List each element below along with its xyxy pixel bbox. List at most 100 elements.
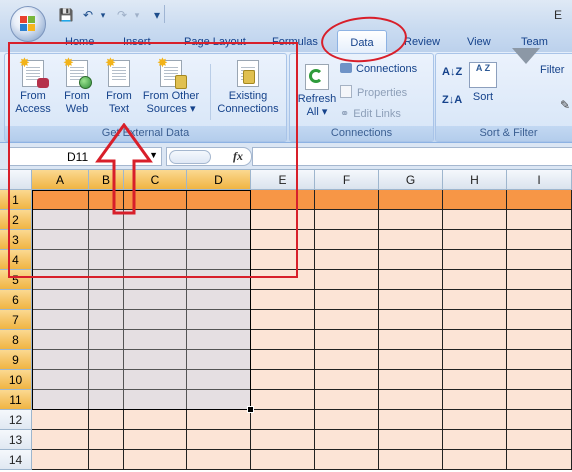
filter-button[interactable]: Filter bbox=[512, 48, 564, 77]
row-header-13[interactable]: 13 bbox=[0, 430, 32, 450]
cell-c7[interactable] bbox=[124, 310, 187, 330]
cell-d7[interactable] bbox=[187, 310, 251, 330]
formula-input[interactable] bbox=[252, 147, 572, 166]
cell-g3[interactable] bbox=[379, 230, 443, 250]
cell-e13[interactable] bbox=[251, 430, 315, 450]
column-header-f[interactable]: F bbox=[315, 170, 379, 190]
cell-i10[interactable] bbox=[507, 370, 572, 390]
cell-f10[interactable] bbox=[315, 370, 379, 390]
cell-h4[interactable] bbox=[443, 250, 507, 270]
cell-g13[interactable] bbox=[379, 430, 443, 450]
save-icon[interactable]: 💾 bbox=[58, 7, 74, 23]
cell-c10[interactable] bbox=[124, 370, 187, 390]
cell-i2[interactable] bbox=[507, 210, 572, 230]
cell-e12[interactable] bbox=[251, 410, 315, 430]
cell-f4[interactable] bbox=[315, 250, 379, 270]
cell-h14[interactable] bbox=[443, 450, 507, 470]
cell-e6[interactable] bbox=[251, 290, 315, 310]
cell-a13[interactable] bbox=[32, 430, 89, 450]
advanced-filter-icon[interactable]: ✎ bbox=[560, 98, 570, 112]
cell-h11[interactable] bbox=[443, 390, 507, 410]
cell-a14[interactable] bbox=[32, 450, 89, 470]
cell-c11[interactable] bbox=[124, 390, 187, 410]
cell-f3[interactable] bbox=[315, 230, 379, 250]
cell-h6[interactable] bbox=[443, 290, 507, 310]
cell-d6[interactable] bbox=[187, 290, 251, 310]
cell-f12[interactable] bbox=[315, 410, 379, 430]
cell-b7[interactable] bbox=[89, 310, 124, 330]
cell-f5[interactable] bbox=[315, 270, 379, 290]
cell-b10[interactable] bbox=[89, 370, 124, 390]
cell-g9[interactable] bbox=[379, 350, 443, 370]
cell-h2[interactable] bbox=[443, 210, 507, 230]
cell-c14[interactable] bbox=[124, 450, 187, 470]
cell-h3[interactable] bbox=[443, 230, 507, 250]
fill-handle[interactable] bbox=[247, 406, 254, 413]
cell-b6[interactable] bbox=[89, 290, 124, 310]
properties-button[interactable]: Properties bbox=[340, 85, 407, 99]
office-button[interactable] bbox=[10, 6, 46, 42]
cell-g1[interactable] bbox=[379, 190, 443, 210]
cell-f13[interactable] bbox=[315, 430, 379, 450]
undo-icon[interactable]: ↶ bbox=[80, 7, 96, 23]
redo-icon[interactable]: ↷ bbox=[114, 7, 130, 23]
cell-i8[interactable] bbox=[507, 330, 572, 350]
cell-a12[interactable] bbox=[32, 410, 89, 430]
row-header-10[interactable]: 10 bbox=[0, 370, 32, 390]
cell-b8[interactable] bbox=[89, 330, 124, 350]
cell-g6[interactable] bbox=[379, 290, 443, 310]
cell-h1[interactable] bbox=[443, 190, 507, 210]
cell-h9[interactable] bbox=[443, 350, 507, 370]
sort-z-to-a-button[interactable]: Z↓A bbox=[442, 94, 462, 106]
row-header-9[interactable]: 9 bbox=[0, 350, 32, 370]
cell-b13[interactable] bbox=[89, 430, 124, 450]
cell-e7[interactable] bbox=[251, 310, 315, 330]
cell-d12[interactable] bbox=[187, 410, 251, 430]
cell-c9[interactable] bbox=[124, 350, 187, 370]
cell-g11[interactable] bbox=[379, 390, 443, 410]
cell-h13[interactable] bbox=[443, 430, 507, 450]
cell-f1[interactable] bbox=[315, 190, 379, 210]
cell-i6[interactable] bbox=[507, 290, 572, 310]
cell-g12[interactable] bbox=[379, 410, 443, 430]
cell-c12[interactable] bbox=[124, 410, 187, 430]
row-header-12[interactable]: 12 bbox=[0, 410, 32, 430]
cell-h5[interactable] bbox=[443, 270, 507, 290]
customize-quick-access-icon[interactable]: ▾ bbox=[152, 7, 162, 23]
cell-g10[interactable] bbox=[379, 370, 443, 390]
cell-f11[interactable] bbox=[315, 390, 379, 410]
cell-i1[interactable] bbox=[507, 190, 572, 210]
cell-i13[interactable] bbox=[507, 430, 572, 450]
cell-f7[interactable] bbox=[315, 310, 379, 330]
edit-links-button[interactable]: ⚭ Edit Links bbox=[340, 107, 401, 120]
cell-i12[interactable] bbox=[507, 410, 572, 430]
row-header-14[interactable]: 14 bbox=[0, 450, 32, 470]
refresh-all-button[interactable]: Refresh All ▾ bbox=[294, 64, 340, 119]
row-header-7[interactable]: 7 bbox=[0, 310, 32, 330]
redo-dropdown-icon[interactable]: ▾ bbox=[132, 7, 142, 23]
cell-a9[interactable] bbox=[32, 350, 89, 370]
cell-f14[interactable] bbox=[315, 450, 379, 470]
cell-c13[interactable] bbox=[124, 430, 187, 450]
sort-a-to-z-button[interactable]: A↓Z bbox=[442, 66, 462, 78]
cell-g7[interactable] bbox=[379, 310, 443, 330]
cell-i7[interactable] bbox=[507, 310, 572, 330]
cell-d10[interactable] bbox=[187, 370, 251, 390]
tab-view[interactable]: View bbox=[467, 36, 491, 52]
cell-i9[interactable] bbox=[507, 350, 572, 370]
cell-i3[interactable] bbox=[507, 230, 572, 250]
row-header-8[interactable]: 8 bbox=[0, 330, 32, 350]
cell-i11[interactable] bbox=[507, 390, 572, 410]
cell-g8[interactable] bbox=[379, 330, 443, 350]
cell-d14[interactable] bbox=[187, 450, 251, 470]
cell-e10[interactable] bbox=[251, 370, 315, 390]
cell-e9[interactable] bbox=[251, 350, 315, 370]
cell-d9[interactable] bbox=[187, 350, 251, 370]
cell-f2[interactable] bbox=[315, 210, 379, 230]
cell-h7[interactable] bbox=[443, 310, 507, 330]
cell-g4[interactable] bbox=[379, 250, 443, 270]
column-header-i[interactable]: I bbox=[507, 170, 572, 190]
cell-a8[interactable] bbox=[32, 330, 89, 350]
undo-dropdown-icon[interactable]: ▾ bbox=[98, 7, 108, 23]
cell-e8[interactable] bbox=[251, 330, 315, 350]
